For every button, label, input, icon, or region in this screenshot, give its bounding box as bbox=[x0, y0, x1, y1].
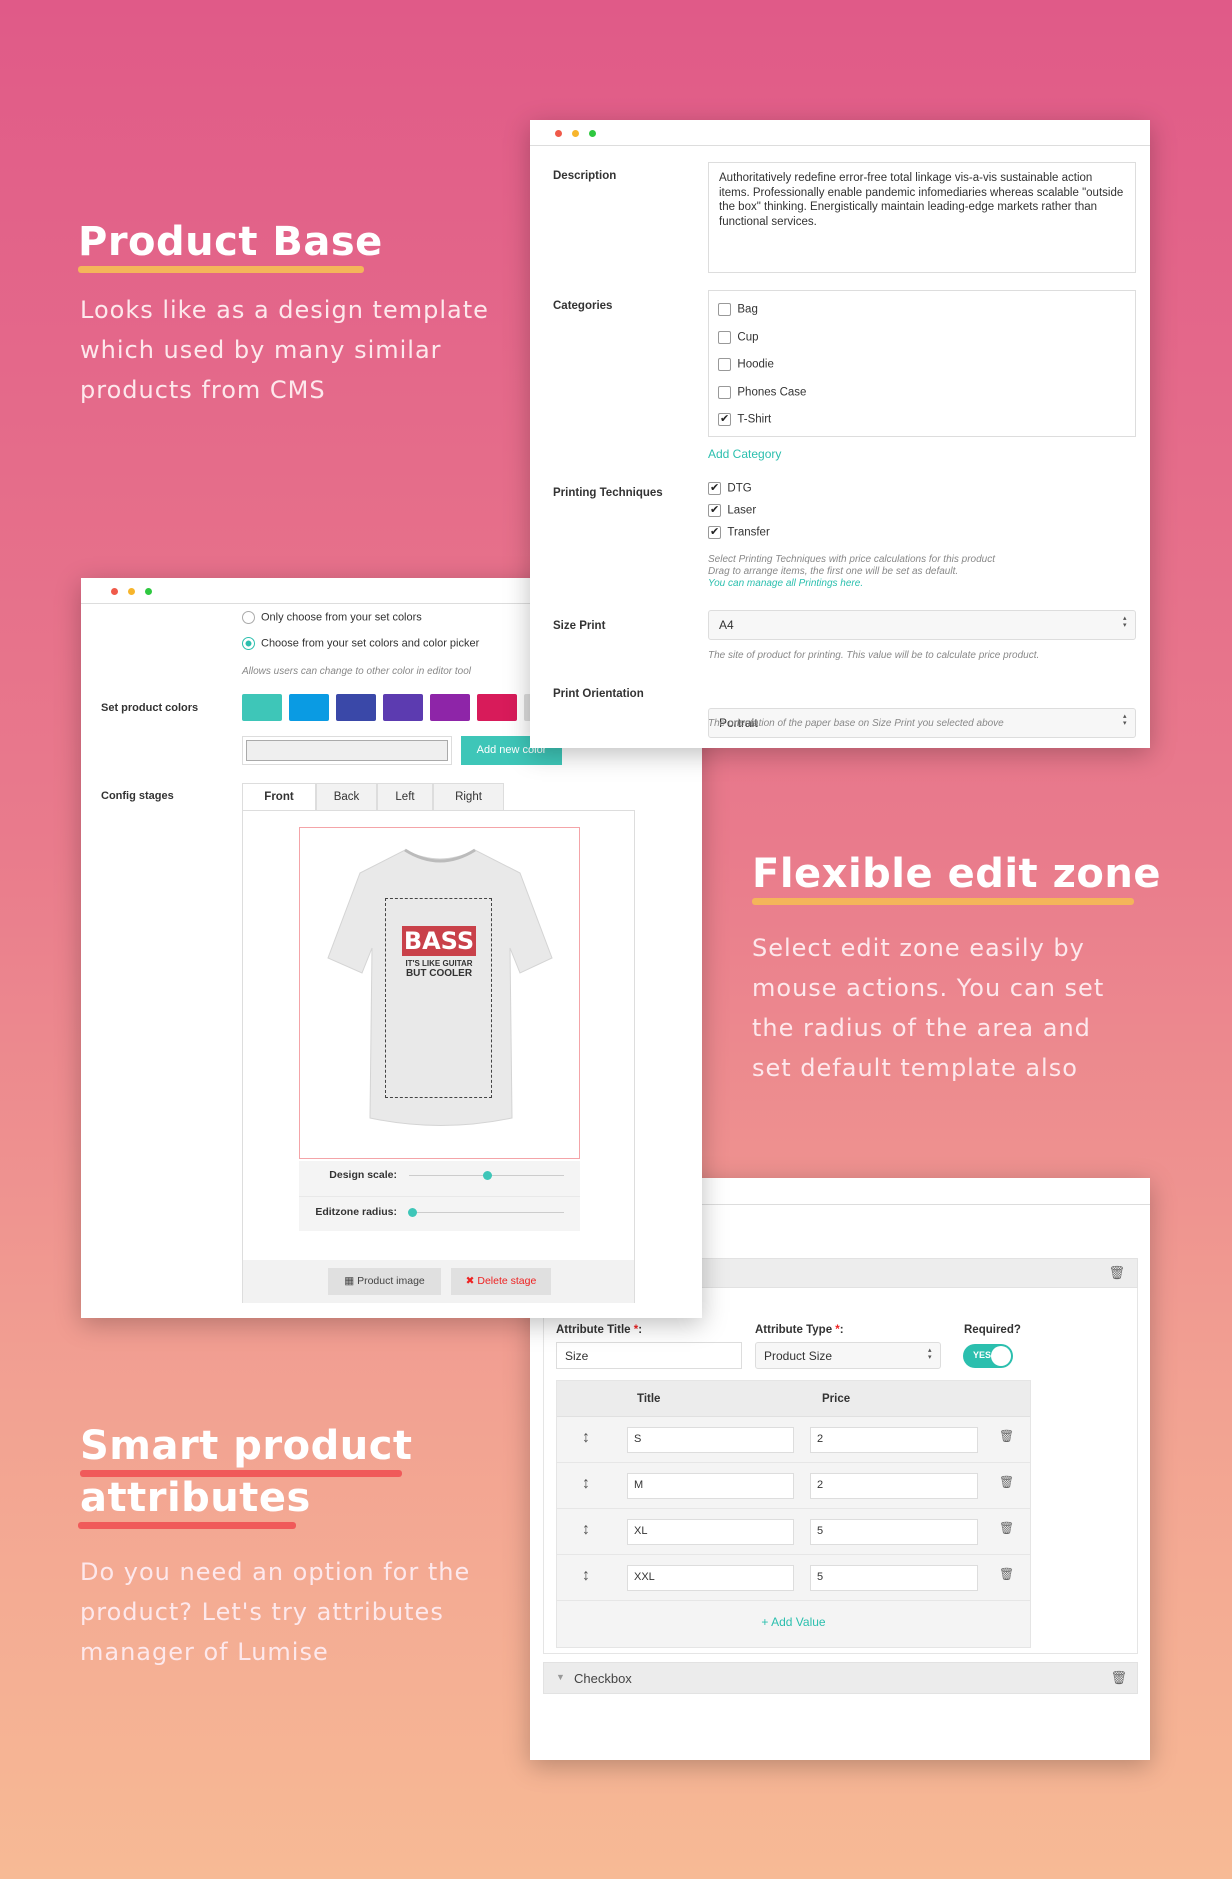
value-title-input[interactable]: XXL bbox=[627, 1565, 794, 1591]
table-row: ↕ M 2 🗑 bbox=[557, 1463, 1030, 1509]
tab-back[interactable]: Back bbox=[316, 783, 377, 811]
add-value-button[interactable]: + Add Value bbox=[557, 1615, 1030, 1629]
category-item[interactable]: Hoodie bbox=[718, 358, 774, 371]
attribute-panel: Attribute Title *: Size Attribute Type *… bbox=[543, 1288, 1138, 1654]
checkbox[interactable] bbox=[708, 481, 721, 495]
values-table: Title Price ↕ S 2 🗑 ↕ M 2 🗑 ↕ XL 5 🗑 ↕ X… bbox=[556, 1380, 1031, 1648]
heading-underline bbox=[752, 898, 1134, 905]
heading-underline bbox=[78, 1522, 296, 1529]
heading-smart-attributes: Smart product bbox=[80, 1423, 413, 1469]
product-image-area: BASS IT'S LIKE GUITAR BUT COOLER bbox=[299, 827, 580, 1159]
required-label: Required? bbox=[964, 1324, 1021, 1336]
category-item[interactable]: T-Shirt bbox=[718, 412, 771, 426]
tab-front[interactable]: Front bbox=[242, 783, 316, 811]
printing-item[interactable]: Transfer bbox=[708, 525, 770, 539]
color-swatch[interactable] bbox=[242, 694, 282, 721]
edit-zone-text: Select edit zone easily by mouse actions… bbox=[752, 934, 1105, 1082]
grid-icon: ▦ bbox=[344, 1275, 355, 1287]
slider-thumb[interactable] bbox=[482, 1171, 492, 1180]
editzone-radius-slider[interactable] bbox=[408, 1208, 564, 1217]
radio-only-set-colors[interactable]: Only choose from your set colors bbox=[242, 611, 422, 624]
heading-product-base: Product Base bbox=[78, 219, 383, 265]
drag-handle-icon[interactable]: ↕ bbox=[582, 1429, 590, 1447]
size-print-select[interactable]: A4 bbox=[708, 610, 1136, 640]
category-item[interactable]: Bag bbox=[718, 303, 758, 316]
description-textarea[interactable]: Authoritatively redefine error-free tota… bbox=[708, 162, 1136, 273]
drag-handle-icon[interactable]: ↕ bbox=[582, 1521, 590, 1539]
value-price-input[interactable]: 2 bbox=[810, 1427, 978, 1453]
slider-panel: Design scale: Editzone radius: bbox=[299, 1161, 580, 1231]
design-scale-slider[interactable] bbox=[409, 1171, 564, 1180]
table-row: ↕ S 2 🗑 bbox=[557, 1417, 1030, 1463]
stage-tabs: Front Back Left Right bbox=[242, 783, 634, 811]
manage-printings-link[interactable]: You can manage all Printings here. bbox=[708, 578, 863, 589]
table-row: ↕ XXL 5 🗑 bbox=[557, 1555, 1030, 1601]
checkbox[interactable] bbox=[718, 385, 731, 399]
color-swatch[interactable] bbox=[336, 694, 376, 721]
heading-underline bbox=[78, 266, 364, 273]
product-base-text: Looks like as a design template which us… bbox=[80, 296, 489, 404]
category-item[interactable]: Cup bbox=[718, 330, 759, 344]
attribute-title-input[interactable]: Size bbox=[556, 1342, 742, 1369]
add-category-link[interactable]: Add Category bbox=[708, 447, 781, 461]
checkbox[interactable] bbox=[718, 303, 731, 316]
drag-handle-icon[interactable]: ↕ bbox=[582, 1475, 590, 1493]
value-price-input[interactable]: 5 bbox=[810, 1519, 978, 1545]
tab-left[interactable]: Left bbox=[377, 783, 433, 811]
category-item[interactable]: Phones Case bbox=[718, 385, 806, 399]
stage-panel: BASS IT'S LIKE GUITAR BUT COOLER Design … bbox=[242, 810, 635, 1303]
trash-icon[interactable]: 🗑 bbox=[999, 1429, 1014, 1443]
radio-color-picker[interactable]: Choose from your set colors and color pi… bbox=[242, 637, 479, 650]
color-swatch[interactable] bbox=[289, 694, 329, 721]
checkbox[interactable] bbox=[718, 330, 731, 344]
printing-item[interactable]: DTG bbox=[708, 481, 752, 495]
close-icon: ✖ bbox=[465, 1275, 475, 1287]
product-window: Description Authoritatively redefine err… bbox=[530, 120, 1150, 748]
categories-box: Bag Cup Hoodie Phones Case T-Shirt bbox=[708, 290, 1136, 437]
product-image-button[interactable]: ▦ Product image bbox=[328, 1268, 441, 1295]
drag-handle-icon[interactable]: ↕ bbox=[582, 1567, 590, 1585]
heading-flexible-edit-zone: Flexible edit zone bbox=[752, 851, 1161, 897]
printing-item[interactable]: Laser bbox=[708, 503, 756, 517]
tab-right[interactable]: Right bbox=[433, 783, 504, 811]
value-title-input[interactable]: M bbox=[627, 1473, 794, 1499]
trash-icon[interactable]: 🗑 bbox=[1110, 1670, 1127, 1686]
table-row: ↕ XL 5 🗑 bbox=[557, 1509, 1030, 1555]
checkbox[interactable] bbox=[718, 358, 731, 371]
value-price-input[interactable]: 5 bbox=[810, 1565, 978, 1591]
attribute-checkbox-bar[interactable]: ▼ Checkbox 🗑 bbox=[543, 1662, 1138, 1694]
checkbox[interactable] bbox=[708, 525, 721, 539]
attribute-type-select[interactable]: Product Size bbox=[755, 1342, 941, 1369]
checkbox[interactable] bbox=[708, 503, 721, 517]
trash-icon[interactable]: 🗑 bbox=[999, 1475, 1014, 1489]
attributes-text: Do you need an option for the product? L… bbox=[80, 1558, 471, 1666]
design-logo[interactable]: BASS bbox=[402, 926, 476, 956]
trash-icon[interactable]: 🗑 bbox=[999, 1567, 1014, 1581]
color-input[interactable] bbox=[246, 740, 448, 761]
color-swatch[interactable] bbox=[430, 694, 470, 721]
caret-down-icon: ▼ bbox=[556, 1672, 565, 1682]
value-price-input[interactable]: 2 bbox=[810, 1473, 978, 1499]
delete-stage-button[interactable]: ✖ Delete stage bbox=[451, 1268, 551, 1295]
color-swatch[interactable] bbox=[477, 694, 517, 721]
trash-icon[interactable]: 🗑 bbox=[1108, 1265, 1125, 1281]
slider-thumb[interactable] bbox=[408, 1208, 418, 1217]
checkbox[interactable] bbox=[718, 412, 731, 426]
trash-icon[interactable]: 🗑 bbox=[999, 1521, 1014, 1535]
stage-footer: ▦ Product image ✖ Delete stage bbox=[243, 1260, 634, 1303]
attribute-type-label: Attribute Type bbox=[755, 1324, 833, 1336]
attribute-title-label: Attribute Title bbox=[556, 1324, 631, 1336]
required-toggle[interactable]: YES bbox=[963, 1344, 1013, 1368]
value-title-input[interactable]: XL bbox=[627, 1519, 794, 1545]
heading-smart-attributes-line2: attributes bbox=[80, 1475, 311, 1521]
value-title-input[interactable]: S bbox=[627, 1427, 794, 1453]
color-swatch[interactable] bbox=[383, 694, 423, 721]
